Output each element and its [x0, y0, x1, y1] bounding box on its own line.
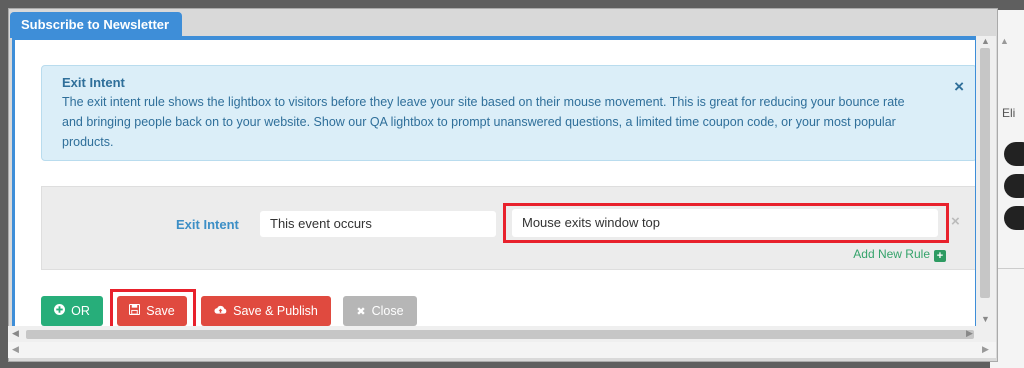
scroll-down-icon[interactable]: ▼ [981, 314, 990, 324]
close-info-icon[interactable]: × [954, 77, 964, 97]
event-field[interactable]: This event occurs [260, 211, 496, 237]
add-new-rule-link[interactable]: Add New Rule + [853, 247, 946, 262]
save-and-publish-button[interactable]: Save & Publish [201, 296, 331, 326]
plus-square-icon: + [934, 250, 946, 262]
info-title: Exit Intent [62, 75, 125, 90]
save-button[interactable]: Save [117, 296, 187, 326]
horizontal-scroll-thumb[interactable] [26, 330, 974, 339]
background-text: Eli [1002, 106, 1016, 120]
cloud-upload-icon [214, 297, 227, 326]
save-and-publish-label: Save & Publish [233, 304, 318, 318]
horizontal-scrollbar[interactable]: ◀ ▶ [8, 326, 976, 342]
info-description: The exit intent rule shows the lightbox … [62, 95, 905, 149]
background-shape [1004, 174, 1024, 198]
outer-horizontal-scrollbar[interactable]: ◀ ▶ [8, 342, 996, 358]
modal-panel: Exit Intent The exit intent rule shows t… [12, 36, 978, 326]
vertical-scrollbar[interactable]: ▲ ▼ [976, 36, 996, 326]
background-shape [1004, 206, 1024, 230]
remove-rule-icon[interactable]: × [951, 213, 960, 230]
close-label: Close [371, 304, 404, 318]
modal-tab-title[interactable]: Subscribe to Newsletter [10, 12, 182, 38]
scroll-left-icon[interactable]: ◀ [12, 328, 19, 339]
rule-label: Exit Intent [176, 217, 239, 232]
scroll-up-icon[interactable]: ▲ [981, 36, 990, 46]
close-button[interactable]: ✖ Close [343, 296, 417, 326]
scroll-right-icon[interactable]: ▶ [966, 328, 973, 339]
background-shape [1004, 142, 1024, 166]
scroll-right-icon[interactable]: ▶ [982, 344, 989, 355]
rule-panel: Exit Intent This event occurs Mouse exit… [41, 186, 975, 270]
scroll-up-icon[interactable]: ▲ [1000, 36, 1009, 46]
or-label: OR [71, 304, 90, 318]
scrollbar-corner [976, 326, 996, 342]
or-button[interactable]: OR [41, 296, 103, 326]
vertical-scroll-thumb[interactable] [980, 48, 990, 298]
condition-field[interactable]: Mouse exits window top [512, 209, 938, 237]
scroll-left-icon[interactable]: ◀ [12, 344, 19, 355]
exit-intent-info-box: Exit Intent The exit intent rule shows t… [41, 65, 975, 161]
plus-circle-icon [54, 297, 66, 326]
x-icon: ✖ [356, 306, 366, 318]
floppy-disk-icon [129, 297, 141, 326]
save-label: Save [146, 304, 175, 318]
add-new-rule-label: Add New Rule [853, 247, 930, 261]
